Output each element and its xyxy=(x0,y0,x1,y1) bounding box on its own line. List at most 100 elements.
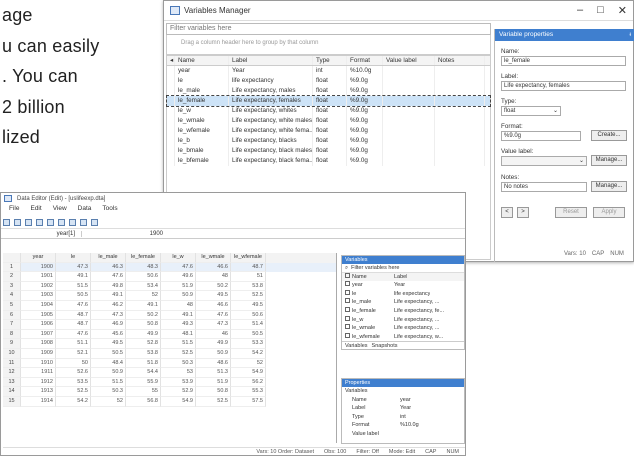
create-button[interactable]: Create... xyxy=(591,130,627,141)
filter-icon[interactable] xyxy=(91,218,98,226)
column-header[interactable]: le_w xyxy=(161,253,196,263)
menu-file[interactable]: File xyxy=(9,205,19,216)
list-item[interactable]: le_wmale Life expectancy, ... xyxy=(342,324,464,333)
menu-tools[interactable]: Tools xyxy=(102,205,117,216)
col-value-label[interactable]: Value label xyxy=(383,56,435,65)
grid-cell[interactable]: 50.9 xyxy=(196,348,231,359)
table-row[interactable]: year Year int %10.0g xyxy=(167,66,490,76)
checkbox-icon[interactable] xyxy=(345,281,350,287)
grid-cell[interactable]: 52.1 xyxy=(56,348,91,359)
column-header[interactable]: le_male xyxy=(91,253,126,263)
column-header[interactable]: le_female xyxy=(126,253,161,263)
grid-cell[interactable]: 46.6 xyxy=(196,262,231,273)
property-row[interactable]: Type int xyxy=(342,413,464,422)
grid-cell[interactable]: 54.2 xyxy=(231,348,266,359)
grid-cell[interactable]: 52 xyxy=(91,396,126,407)
edit-icon[interactable] xyxy=(36,218,43,226)
vm-filter-input[interactable]: Filter variables here xyxy=(166,23,491,35)
pin-icon[interactable]: ᵻ xyxy=(630,29,631,41)
row-number[interactable]: 13 xyxy=(3,377,21,388)
checkbox-icon[interactable] xyxy=(345,272,350,278)
grid-cell[interactable]: 52.6 xyxy=(56,368,91,378)
property-row[interactable]: Format %10.0g xyxy=(342,421,464,430)
row-number[interactable]: 11 xyxy=(3,358,21,369)
properties-group[interactable]: Variables xyxy=(342,387,464,396)
grid-cell[interactable]: 50 xyxy=(56,358,91,369)
grid-cell[interactable]: 1910 xyxy=(21,358,56,369)
grid-cell[interactable]: 53.4 xyxy=(126,281,161,292)
grid-cell[interactable]: 47.6 xyxy=(56,300,91,311)
row-number[interactable]: 15 xyxy=(3,396,21,407)
grid-cell[interactable]: 1904 xyxy=(21,300,56,311)
list-item[interactable]: le life expectancy xyxy=(342,289,464,299)
grid-cell[interactable]: 52 xyxy=(231,358,266,369)
grid-cell[interactable]: 49.9 xyxy=(126,329,161,340)
grid-cell[interactable]: 49.3 xyxy=(161,320,196,330)
menu-edit[interactable]: Edit xyxy=(30,205,41,216)
grid-cell[interactable]: 50.2 xyxy=(196,281,231,292)
grid-cell[interactable]: 48.3 xyxy=(126,262,161,273)
name-field[interactable]: le_female xyxy=(501,56,626,66)
grid-cell[interactable]: 1913 xyxy=(21,387,56,397)
grid-cell[interactable]: 47.3 xyxy=(196,320,231,330)
grid-cell[interactable]: 47.6 xyxy=(161,262,196,273)
table-row[interactable]: le_wfemale Life expectancy, white fema...… xyxy=(167,126,490,136)
grid-cell[interactable]: 54.9 xyxy=(161,396,196,407)
variables-filter[interactable]: ⌕ Filter variables here xyxy=(342,264,464,273)
grid-cell[interactable]: 47.3 xyxy=(91,310,126,321)
grid-cell[interactable]: 50.5 xyxy=(91,348,126,359)
grid-cell[interactable]: 51 xyxy=(231,272,266,282)
checkbox-icon[interactable] xyxy=(345,315,350,321)
grid-cell[interactable]: 46.3 xyxy=(91,262,126,273)
grid-cell[interactable]: 49.5 xyxy=(231,300,266,311)
table-row[interactable]: le_w Life expectancy, whites float %9.0g xyxy=(167,106,490,116)
grid-cell[interactable]: 48.7 xyxy=(56,320,91,330)
grid-cell[interactable]: 1914 xyxy=(21,396,56,407)
menu-view[interactable]: View xyxy=(53,205,67,216)
grid-cell[interactable]: 55.3 xyxy=(231,387,266,397)
grid-cell[interactable]: 49.1 xyxy=(91,291,126,301)
maximize-icon[interactable]: □ xyxy=(597,4,604,17)
col-name[interactable]: Name xyxy=(352,273,394,282)
tab-snapshots[interactable]: Snapshots xyxy=(372,342,398,350)
grid-cell[interactable]: 53 xyxy=(161,368,196,378)
grid-cell[interactable]: 49.5 xyxy=(91,339,126,349)
list-item[interactable]: le_w Life expectancy, ... xyxy=(342,315,464,325)
grid-cell[interactable]: 1901 xyxy=(21,272,56,282)
current-cell-value[interactable]: 1900 xyxy=(81,230,165,237)
table-row[interactable]: le_bfemale Life expectancy, black fema...… xyxy=(167,156,490,166)
column-header[interactable]: le xyxy=(56,253,91,263)
checkbox-icon[interactable] xyxy=(345,332,350,338)
property-row[interactable]: Label Year xyxy=(342,404,464,413)
notes-field[interactable]: No notes xyxy=(501,182,587,192)
grid-cell[interactable]: 49.1 xyxy=(161,310,196,321)
row-number[interactable]: 3 xyxy=(3,281,21,292)
grid-cell[interactable]: 48.7 xyxy=(231,262,266,273)
grid-cell[interactable]: 47.3 xyxy=(56,262,91,273)
minimize-icon[interactable]: – xyxy=(577,4,583,17)
menu-data[interactable]: Data xyxy=(78,205,92,216)
row-number[interactable]: 9 xyxy=(3,339,21,349)
column-header[interactable]: le_wfemale xyxy=(231,253,266,263)
notes-manage-button[interactable]: Manage... xyxy=(591,181,627,192)
value-label-select[interactable]: ⌄ xyxy=(501,156,587,166)
row-number[interactable]: 5 xyxy=(3,300,21,311)
grid-cell[interactable]: 50.3 xyxy=(161,358,196,369)
grid-cell[interactable]: 53.5 xyxy=(56,377,91,388)
col-notes[interactable]: Notes xyxy=(435,56,485,65)
property-row[interactable]: Value label xyxy=(342,430,464,439)
grid-cell[interactable]: 51.3 xyxy=(196,368,231,378)
grid-cell[interactable]: 54.9 xyxy=(231,368,266,378)
grid-cell[interactable]: 49.1 xyxy=(56,272,91,282)
list-item[interactable]: le_male Life expectancy, ... xyxy=(342,298,464,307)
checkbox-icon[interactable] xyxy=(345,324,350,330)
grid-cell[interactable]: 54.2 xyxy=(56,396,91,407)
grid-cell[interactable]: 50.5 xyxy=(231,329,266,340)
grid-cell[interactable]: 53.8 xyxy=(231,281,266,292)
grid-cell[interactable]: 1909 xyxy=(21,348,56,359)
grid-cell[interactable]: 51.9 xyxy=(161,281,196,292)
grid-cell[interactable]: 48.1 xyxy=(161,329,196,340)
grid-cell[interactable]: 56.8 xyxy=(126,396,161,407)
grid-cell[interactable]: 48 xyxy=(196,272,231,282)
open-icon[interactable] xyxy=(3,218,10,226)
